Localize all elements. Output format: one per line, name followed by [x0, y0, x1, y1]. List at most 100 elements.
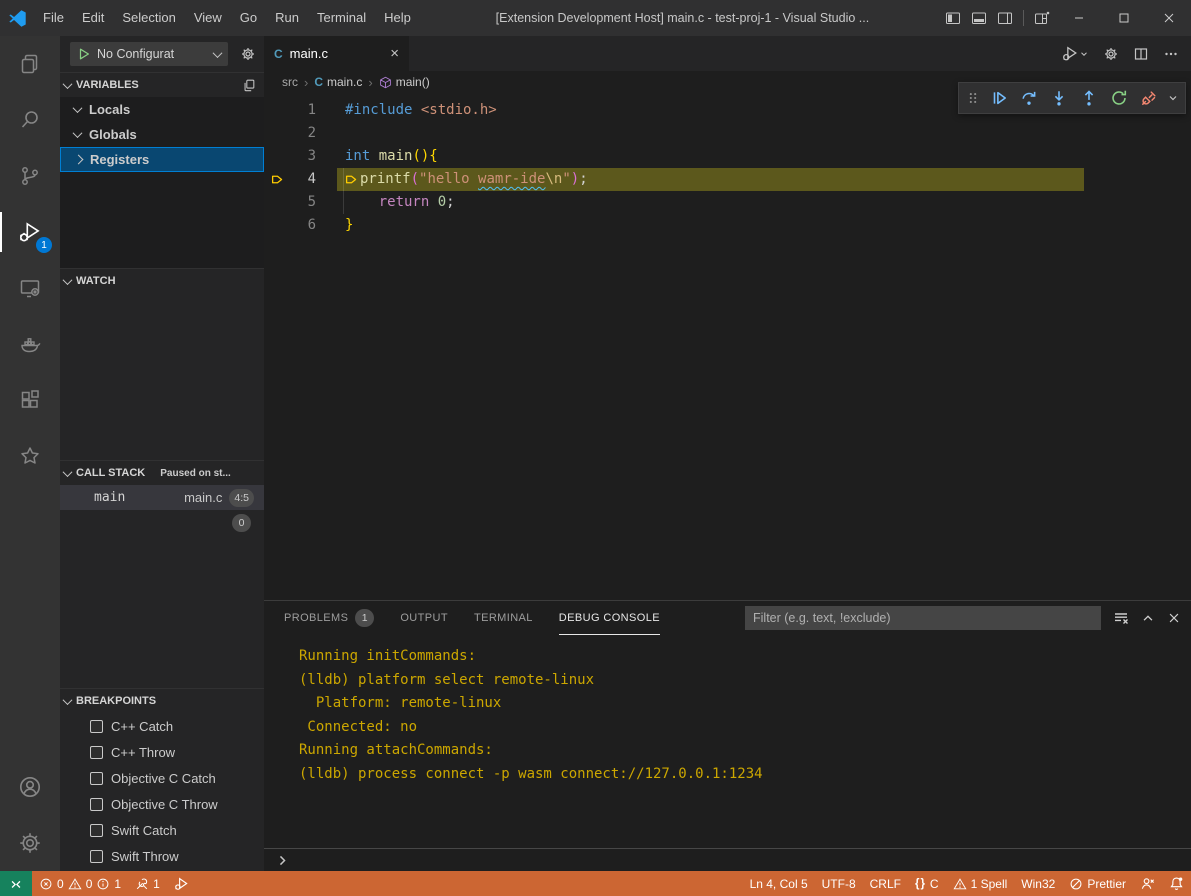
- code-line-3[interactable]: 3int main(){: [264, 145, 1191, 168]
- activity-search[interactable]: [0, 92, 60, 148]
- breakpoint-item[interactable]: Swift Throw: [60, 843, 264, 869]
- split-editor-icon[interactable]: [1133, 46, 1149, 62]
- more-actions-icon[interactable]: [1163, 46, 1179, 62]
- step-into-button[interactable]: [1045, 84, 1073, 112]
- notifications-button[interactable]: [1162, 871, 1191, 896]
- line-number[interactable]: 2: [290, 122, 316, 145]
- breakpoint-item[interactable]: Swift Catch: [60, 817, 264, 843]
- platform-indicator[interactable]: Win32: [1014, 871, 1062, 896]
- tab-main-c[interactable]: C main.c ×: [264, 36, 409, 71]
- breakpoint-item[interactable]: Objective C Catch: [60, 765, 264, 791]
- variables-globals[interactable]: Globals: [60, 122, 264, 147]
- checkbox-unchecked[interactable]: [90, 798, 103, 811]
- step-out-button[interactable]: [1075, 84, 1103, 112]
- line-number[interactable]: 1: [290, 99, 316, 122]
- code-line-4[interactable]: 4printf("hello wamr-ide\n");: [264, 168, 1191, 191]
- checkbox-unchecked[interactable]: [90, 772, 103, 785]
- line-number[interactable]: 5: [290, 191, 316, 214]
- menu-help[interactable]: Help: [375, 0, 420, 36]
- checkbox-unchecked[interactable]: [90, 720, 103, 733]
- restart-button[interactable]: [1105, 84, 1133, 112]
- start-debugging-icon[interactable]: [77, 47, 91, 61]
- close-panel-icon[interactable]: [1167, 611, 1181, 625]
- breadcrumb-folder[interactable]: src: [282, 75, 298, 89]
- copy-icon[interactable]: [242, 78, 256, 92]
- debug-current-line-arrow-icon[interactable]: [264, 168, 290, 191]
- activity-extensions[interactable]: [0, 372, 60, 428]
- maximize-panel-icon[interactable]: [1141, 611, 1155, 625]
- toggle-secondary-sidebar-icon[interactable]: [997, 10, 1013, 26]
- menu-terminal[interactable]: Terminal: [308, 0, 375, 36]
- tab-terminal[interactable]: TERMINAL: [474, 601, 533, 635]
- checkbox-unchecked[interactable]: [90, 850, 103, 863]
- tab-debug-console[interactable]: DEBUG CONSOLE: [559, 601, 660, 635]
- activity-remote-explorer[interactable]: [0, 260, 60, 316]
- menu-selection[interactable]: Selection: [113, 0, 184, 36]
- toggle-sidebar-icon[interactable]: [945, 10, 961, 26]
- checkbox-unchecked[interactable]: [90, 746, 103, 759]
- menu-file[interactable]: File: [34, 0, 73, 36]
- activity-settings[interactable]: [0, 815, 60, 871]
- toolbar-drag-handle[interactable]: [963, 84, 983, 112]
- activity-run-and-debug[interactable]: 1: [0, 204, 60, 260]
- breadcrumb-file[interactable]: Cmain.c: [314, 75, 362, 89]
- formatter-status[interactable]: Prettier: [1062, 871, 1133, 896]
- encoding-indicator[interactable]: UTF-8: [815, 871, 863, 896]
- tab-problems[interactable]: PROBLEMS1: [284, 601, 374, 635]
- breakpoint-gutter[interactable]: [264, 99, 290, 122]
- language-mode[interactable]: {}C: [908, 871, 946, 896]
- breakpoint-gutter[interactable]: [264, 122, 290, 145]
- problems-status[interactable]: 0 0 1: [32, 871, 128, 896]
- remote-indicator[interactable]: [0, 871, 32, 896]
- breadcrumb-symbol[interactable]: main(): [379, 75, 430, 89]
- toggle-panel-icon[interactable]: [971, 10, 987, 26]
- menu-edit[interactable]: Edit: [73, 0, 113, 36]
- call-stack-header[interactable]: CALL STACK Paused on st...: [60, 461, 264, 485]
- debug-toolbar-chevron-icon[interactable]: [1165, 84, 1181, 112]
- breakpoint-gutter[interactable]: [264, 145, 290, 168]
- console-filter-input[interactable]: [745, 606, 1101, 630]
- run-or-debug-button[interactable]: [1062, 45, 1089, 62]
- variables-header[interactable]: VARIABLES: [60, 73, 264, 97]
- stack-frame-main[interactable]: main main.c 4:5: [60, 485, 264, 510]
- activity-source-control[interactable]: [0, 148, 60, 204]
- code-line-2[interactable]: 2: [264, 122, 1191, 145]
- tab-output[interactable]: OUTPUT: [400, 601, 448, 635]
- open-launch-json-gear-icon[interactable]: [240, 46, 256, 62]
- debug-status[interactable]: [167, 871, 196, 896]
- code-editor[interactable]: 1#include <stdio.h>23int main(){4printf(…: [264, 93, 1191, 600]
- activity-docker[interactable]: [0, 316, 60, 372]
- spell-checker-status[interactable]: 1 Spell: [946, 871, 1015, 896]
- activity-account[interactable]: [0, 759, 60, 815]
- activity-explorer[interactable]: [0, 36, 60, 92]
- editor-gear-icon[interactable]: [1103, 46, 1119, 62]
- breakpoint-item[interactable]: Objective C Throw: [60, 791, 264, 817]
- cursor-position[interactable]: Ln 4, Col 5: [743, 871, 815, 896]
- breakpoint-gutter[interactable]: [264, 191, 290, 214]
- code-line-6[interactable]: 6}: [264, 214, 1191, 237]
- menu-view[interactable]: View: [185, 0, 231, 36]
- line-number[interactable]: 3: [290, 145, 316, 168]
- clear-console-icon[interactable]: [1113, 610, 1129, 626]
- breakpoint-item[interactable]: C++ Throw: [60, 739, 264, 765]
- launch-configuration-dropdown[interactable]: No Configurat: [70, 42, 228, 66]
- breakpoint-item[interactable]: C++ Catch: [60, 713, 264, 739]
- watch-header[interactable]: WATCH: [60, 269, 264, 293]
- variables-locals[interactable]: Locals: [60, 97, 264, 122]
- debug-console-input[interactable]: [264, 848, 1191, 871]
- menu-run[interactable]: Run: [266, 0, 308, 36]
- line-number[interactable]: 6: [290, 214, 316, 237]
- activity-favorites[interactable]: [0, 428, 60, 484]
- code-line-5[interactable]: 5 return 0;: [264, 191, 1191, 214]
- checkbox-unchecked[interactable]: [90, 824, 103, 837]
- breakpoints-header[interactable]: BREAKPOINTS: [60, 689, 264, 713]
- disconnect-button[interactable]: [1135, 84, 1163, 112]
- close-button[interactable]: [1146, 0, 1191, 36]
- feedback-button[interactable]: [1133, 871, 1162, 896]
- customize-layout-icon[interactable]: [1034, 10, 1050, 26]
- variables-registers[interactable]: Registers: [60, 147, 264, 172]
- line-number[interactable]: 4: [290, 168, 316, 191]
- close-tab-icon[interactable]: ×: [390, 46, 399, 61]
- thread-row[interactable]: 0: [60, 510, 264, 536]
- step-over-button[interactable]: [1015, 84, 1043, 112]
